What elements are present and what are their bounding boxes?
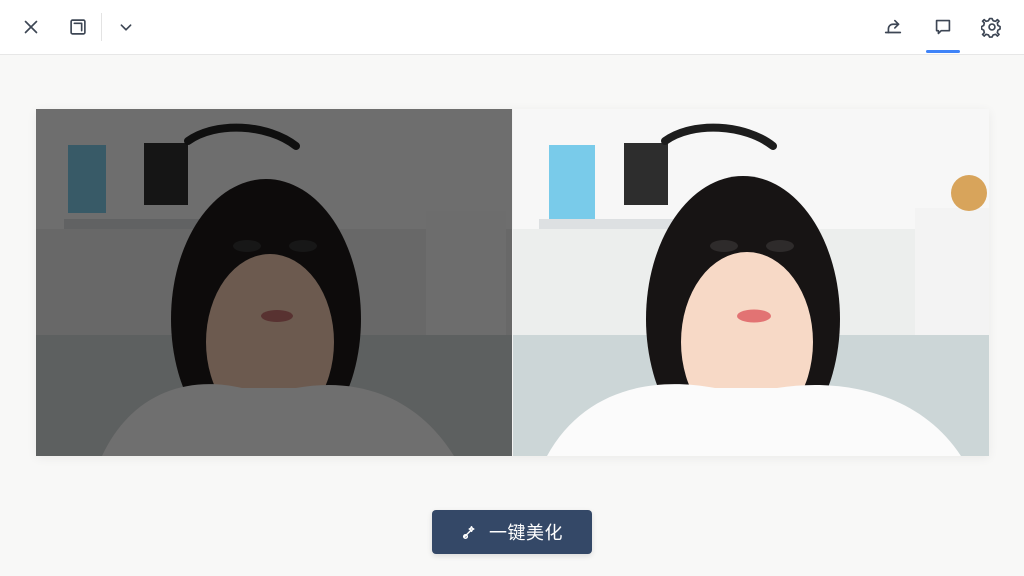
close-button[interactable] xyxy=(14,10,48,44)
toolbar xyxy=(0,0,1024,55)
close-icon xyxy=(24,20,38,34)
window-toggle-button[interactable] xyxy=(61,10,95,44)
chevron-down-icon xyxy=(120,24,132,31)
share-icon xyxy=(884,19,902,34)
beautify-label: 一键美化 xyxy=(489,523,563,544)
settings-icon xyxy=(981,17,1001,38)
share-button[interactable] xyxy=(876,10,910,44)
compare-view-icon xyxy=(935,19,951,35)
settings-button[interactable] xyxy=(975,10,1009,44)
compare-view-button[interactable] xyxy=(926,10,960,44)
toolbar-divider xyxy=(101,13,102,41)
original-image-panel xyxy=(36,109,512,456)
active-tab-indicator xyxy=(926,50,960,53)
window-restore-icon xyxy=(70,19,86,35)
app-window: 一键美化 xyxy=(0,0,1024,576)
portrait-enhanced-image xyxy=(513,109,989,456)
dropdown-button[interactable] xyxy=(109,10,143,44)
dark-overlay xyxy=(36,109,512,456)
magic-brush-icon xyxy=(462,526,475,540)
one-click-beautify-button[interactable]: 一键美化 xyxy=(432,510,592,554)
image-compare-area xyxy=(36,109,989,456)
enhanced-image-panel xyxy=(513,109,989,456)
